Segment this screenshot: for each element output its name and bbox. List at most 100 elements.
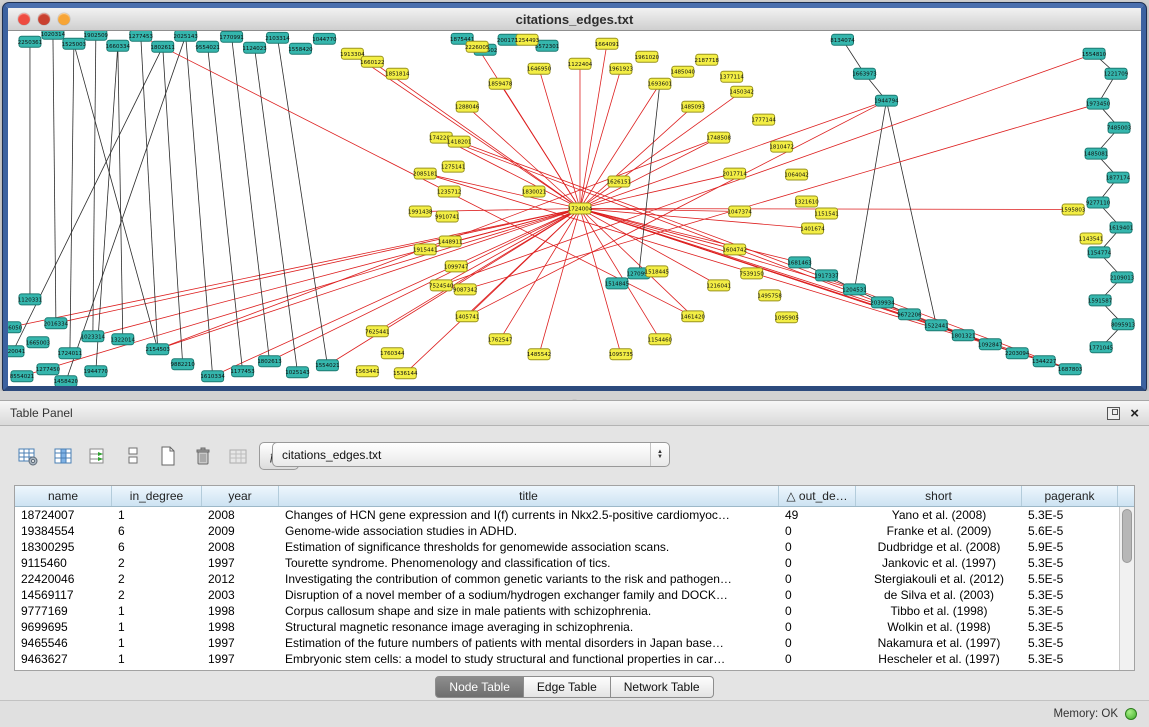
graph-edge-black[interactable] <box>141 36 158 349</box>
new-table-icon[interactable] <box>154 442 182 470</box>
graph-node[interactable]: 2516050 <box>8 322 23 333</box>
graph-node[interactable]: 1554021 <box>315 360 339 371</box>
graph-node[interactable]: 1902509 <box>84 31 109 40</box>
graph-node[interactable]: 1177453 <box>230 366 255 377</box>
graph-node[interactable]: 1448911 <box>438 236 462 247</box>
column-header-short[interactable]: short <box>856 486 1022 506</box>
graph-node[interactable]: 1664091 <box>595 38 619 49</box>
graph-node[interactable]: 1915441 <box>413 244 437 255</box>
graph-node[interactable]: 1604742 <box>722 244 746 255</box>
graph-node[interactable]: 7539150 <box>739 268 764 279</box>
graph-edge-black[interactable] <box>278 38 328 365</box>
graph-edge-black[interactable] <box>232 37 270 361</box>
graph-node[interactable]: 1917337 <box>814 270 839 281</box>
graph-node[interactable]: 1693601 <box>648 78 672 89</box>
graph-node[interactable]: 9320041 <box>8 346 25 357</box>
graph-node[interactable]: 1154774 <box>1087 247 1112 258</box>
graph-edge-red[interactable] <box>10 209 580 328</box>
graph-node[interactable]: 9910741 <box>435 211 459 222</box>
graph-edge-black[interactable] <box>70 44 74 353</box>
graph-node[interactable]: 1944794 <box>874 95 899 106</box>
graph-node[interactable]: 1321610 <box>794 196 819 207</box>
graph-node[interactable]: 1450342 <box>729 86 753 97</box>
graph-node[interactable]: 1762547 <box>488 334 513 345</box>
graph-node[interactable]: 1461420 <box>681 311 706 322</box>
float-panel-icon[interactable] <box>1107 407 1120 420</box>
graph-node[interactable]: 1610334 <box>200 371 225 382</box>
column-header-name[interactable]: name <box>15 486 112 506</box>
graph-node[interactable]: 1277453 <box>129 31 154 41</box>
table-row[interactable]: 1938455462009Genome-wide association stu… <box>15 523 1119 539</box>
graph-node[interactable]: 1991438 <box>408 206 433 217</box>
graph-node[interactable]: 1151541 <box>814 208 838 219</box>
graph-node[interactable]: 2154503 <box>146 344 171 355</box>
network-window-titlebar[interactable]: citations_edges.txt <box>8 8 1141 31</box>
graph-node[interactable]: 7625441 <box>365 326 389 337</box>
graph-edge-black[interactable] <box>208 47 243 371</box>
graph-node[interactable]: 1322014 <box>111 334 136 345</box>
graph-node[interactable]: 9882210 <box>170 359 195 370</box>
graph-node[interactable]: 1495758 <box>757 290 782 301</box>
tab-edge-table[interactable]: Edge Table <box>524 676 611 698</box>
graph-node[interactable]: 1802611 <box>151 41 175 52</box>
graph-node[interactable]: 1514845 <box>605 278 630 289</box>
graph-node[interactable]: 9277110 <box>1086 197 1111 208</box>
graph-node[interactable]: 1665003 <box>26 337 51 348</box>
graph-node[interactable]: 1687803 <box>1058 364 1083 375</box>
graph-node[interactable]: 2226005 <box>465 41 490 52</box>
graph-node[interactable]: 7524540 <box>429 280 454 291</box>
graph-node[interactable]: 1124023 <box>242 42 267 53</box>
column-header-in_degree[interactable]: in_degree <box>112 486 202 506</box>
graph-node[interactable]: 1288046 <box>455 101 480 112</box>
graph-edge-red[interactable] <box>377 209 580 332</box>
graph-node[interactable]: 1961020 <box>635 51 660 62</box>
graph-node[interactable]: 1724011 <box>58 348 82 359</box>
graph-node[interactable]: 1646950 <box>527 63 552 74</box>
table-row[interactable]: 1872400712008Changes of HCN gene express… <box>15 507 1119 523</box>
graph-node[interactable]: 1023314 <box>81 331 106 342</box>
graph-node[interactable]: 1418201 <box>447 136 471 147</box>
graph-node[interactable]: 1859478 <box>488 78 513 89</box>
close-panel-icon[interactable]: × <box>1130 408 1139 419</box>
graph-node[interactable]: 2025143 <box>173 31 198 41</box>
graph-node[interactable]: 1405741 <box>455 311 479 322</box>
table-scrollbar[interactable] <box>1119 507 1134 670</box>
dropdown-stepper-icon[interactable]: ▲ ▼ <box>650 443 669 466</box>
graph-node[interactable]: 2187718 <box>695 54 720 65</box>
graph-edge-black[interactable] <box>53 34 56 323</box>
tab-node-table[interactable]: Node Table <box>435 676 524 698</box>
graph-node[interactable]: 1095735 <box>609 349 634 360</box>
graph-node[interactable]: 1944770 <box>84 366 109 377</box>
graph-node[interactable]: 1771045 <box>1089 342 1114 353</box>
graph-node[interactable]: 1143541 <box>1079 233 1103 244</box>
graph-edge-red[interactable] <box>580 92 742 209</box>
graph-node[interactable]: 1216041 <box>707 280 731 291</box>
graph-node[interactable]: 1830021 <box>522 186 546 197</box>
graph-node[interactable]: 9672206 <box>897 309 922 320</box>
graph-node[interactable]: 1595803 <box>1061 204 1086 215</box>
row-height-icon[interactable] <box>119 442 147 470</box>
graph-edge-red[interactable] <box>580 209 735 250</box>
graph-node[interactable]: 1485093 <box>681 101 706 112</box>
graph-edge-red[interactable] <box>459 142 1070 370</box>
graph-node[interactable]: 1961923 <box>609 63 634 74</box>
graph-node[interactable]: 1802613 <box>257 356 282 367</box>
graph-node[interactable]: 8134074 <box>830 34 855 45</box>
column-header-year[interactable]: year <box>202 486 279 506</box>
edit-columns-icon[interactable] <box>84 442 112 470</box>
graph-node[interactable]: 1092847 <box>978 339 1003 350</box>
graph-node[interactable]: 1591587 <box>1088 295 1113 306</box>
table-row[interactable]: 977716911998Corpus callosum shape and si… <box>15 603 1119 619</box>
graph-node[interactable]: 2109013 <box>1110 272 1135 283</box>
graph-node[interactable]: 1851814 <box>385 68 410 79</box>
graph-node[interactable]: 2016334 <box>44 318 69 329</box>
graph-node[interactable]: 1660122 <box>360 56 384 67</box>
graph-node[interactable]: 1563441 <box>355 366 379 377</box>
graph-node[interactable]: 1095905 <box>774 312 799 323</box>
graph-node[interactable]: 1254493 <box>515 34 540 45</box>
graph-node[interactable]: 2203094 <box>1005 348 1030 359</box>
graph-node[interactable]: 1877174 <box>1106 172 1131 183</box>
graph-node[interactable]: 1099747 <box>444 261 469 272</box>
graph-edge-black[interactable] <box>255 48 298 372</box>
column-header-out_de[interactable]: △ out_de… <box>779 486 856 506</box>
